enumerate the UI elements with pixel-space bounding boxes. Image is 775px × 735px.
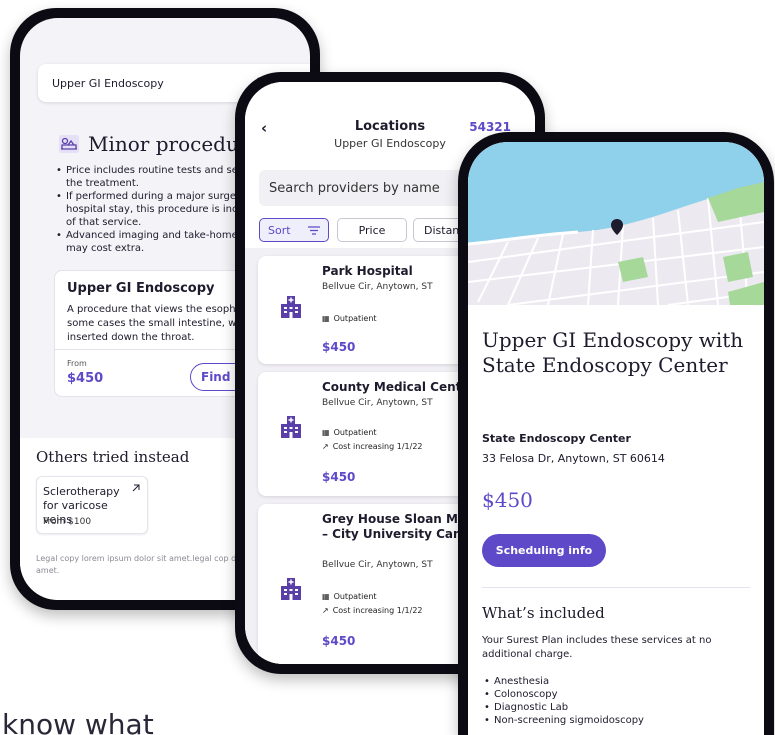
others-title: Others tried instead: [36, 448, 190, 466]
center-address: 33 Felosa Dr, Anytown, ST 60614: [482, 452, 665, 465]
cost-increasing-tag: ↗ Cost increasing 1/1/22: [322, 442, 423, 451]
provider-address: Bellvue Cir, Anytown, ST: [322, 560, 433, 570]
whats-included-title: What’s included: [482, 604, 605, 622]
price-chip[interactable]: Price: [337, 218, 407, 242]
center-name: State Endoscopy Center: [482, 432, 631, 445]
provider-detail-title: Upper GI Endoscopy with State Endoscopy …: [482, 328, 744, 377]
cost-increasing-tag: ↗ Cost increasing 1/1/22: [322, 606, 423, 615]
hospital-icon: [281, 416, 301, 438]
others-card[interactable]: Sclerotherapy for varicose veins From $1…: [36, 476, 148, 534]
provider-price: $450: [322, 470, 356, 484]
sort-chip[interactable]: Sort: [259, 218, 329, 242]
procedure-title: Upper GI Endoscopy: [67, 281, 215, 296]
tag-label: Cost increasing 1/1/22: [332, 442, 423, 451]
outpatient-tag: ▦ Outpatient: [322, 592, 377, 601]
outpatient-tag: ▦ Outpatient: [322, 314, 377, 323]
hospital-icon: [281, 296, 301, 318]
list-item: Colonoscopy: [482, 688, 644, 701]
list-item: Anesthesia: [482, 675, 644, 688]
list-item: Diagnostic Lab: [482, 701, 644, 714]
tag-label: Outpatient: [333, 428, 377, 437]
provider-price: $450: [322, 340, 356, 354]
sort-label: Sort: [268, 223, 291, 237]
tag-label: Outpatient: [333, 592, 377, 601]
tag-label: Cost increasing 1/1/22: [332, 606, 423, 615]
trend-up-icon: ↗: [322, 442, 329, 451]
procedure-price: $450: [67, 371, 104, 386]
list-item: Non-screening sigmoidoscopy: [482, 714, 644, 727]
trend-up-icon: ↗: [322, 606, 329, 615]
hospital-icon: [281, 578, 301, 600]
phone-provider-detail: Upper GI Endoscopy with State Endoscopy …: [458, 132, 774, 735]
provider-address: Bellvue Cir, Anytown, ST: [322, 398, 433, 408]
detail-price: $450: [482, 488, 533, 512]
outpatient-tag: ▦ Outpatient: [322, 428, 377, 437]
building-icon: ▦: [322, 314, 330, 323]
provider-price: $450: [322, 634, 356, 648]
building-icon: ▦: [322, 428, 330, 437]
location-map[interactable]: [468, 142, 764, 305]
search-value: Upper GI Endoscopy: [52, 76, 164, 90]
provider-address: Bellvue Cir, Anytown, ST: [322, 282, 433, 292]
scheduling-info-button[interactable]: Scheduling info: [482, 534, 606, 567]
divider: [482, 587, 750, 588]
tag-label: Outpatient: [333, 314, 377, 323]
phone-screen: Upper GI Endoscopy with State Endoscopy …: [468, 142, 764, 735]
from-label: From: [67, 359, 87, 368]
sort-lines-icon: [308, 225, 320, 235]
person-on-bed-icon: [59, 135, 79, 153]
included-services-list: Anesthesia Colonoscopy Diagnostic Lab No…: [482, 675, 644, 727]
background-headline: know what: [2, 708, 154, 735]
building-icon: ▦: [322, 592, 330, 601]
external-arrow-icon: [132, 484, 140, 492]
others-card-from: From $100: [43, 517, 92, 527]
whats-included-description: Your Surest Plan includes these services…: [482, 635, 712, 660]
